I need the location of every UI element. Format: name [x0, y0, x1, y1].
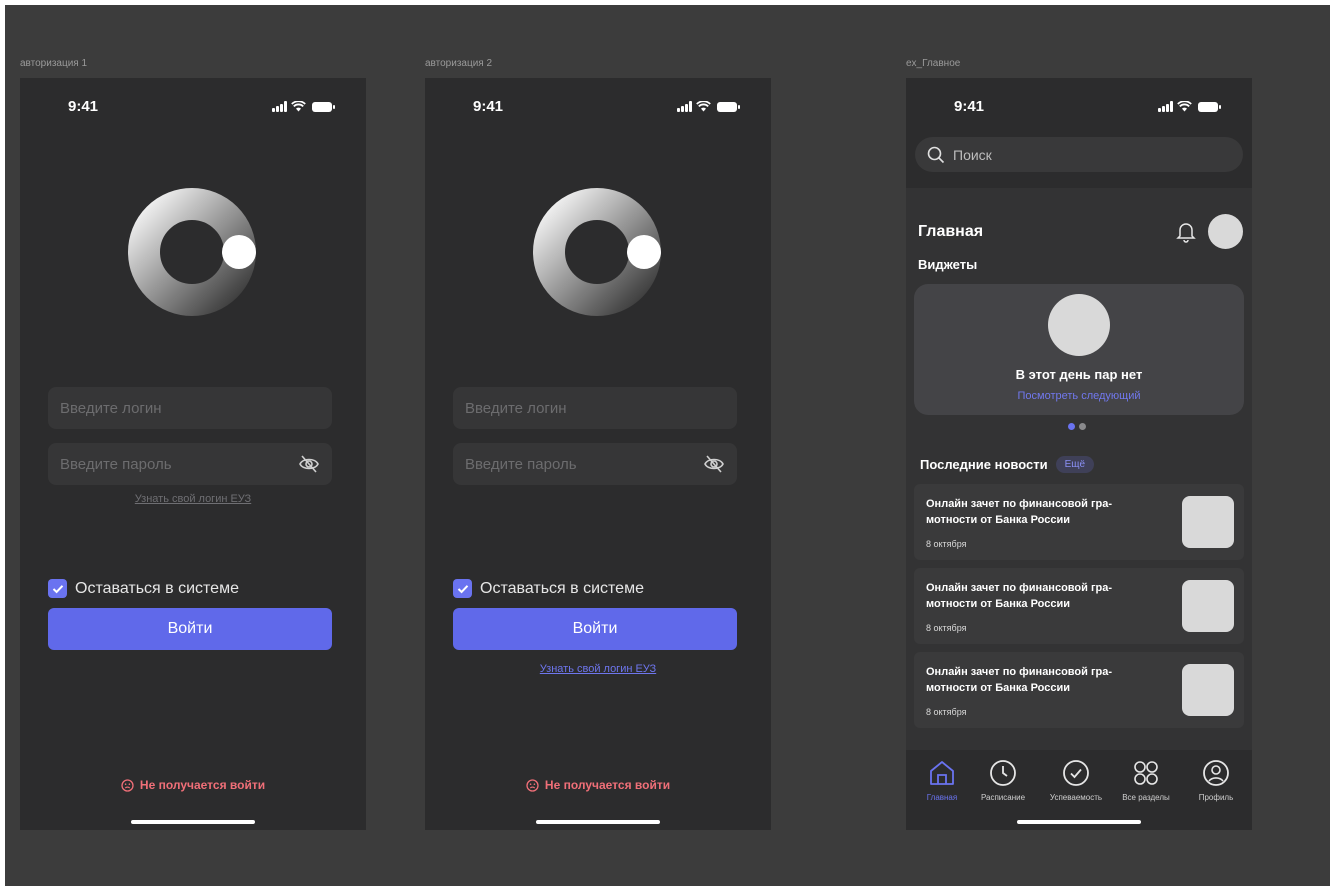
wifi-icon	[291, 101, 306, 112]
sad-face-icon	[121, 778, 134, 792]
tab-schedule[interactable]: Расписание	[967, 758, 1039, 802]
password-input[interactable]	[48, 443, 332, 485]
news-card-title: Онлайн зачет по финансовой гра-мотности …	[926, 666, 1113, 694]
signal-icon	[272, 101, 287, 112]
stay-logged-in[interactable]: Оставаться в системе	[453, 579, 644, 598]
battery-icon	[717, 101, 740, 112]
tab-profile-label: Профиль	[1198, 793, 1234, 802]
news-card[interactable]: Онлайн зачет по финансовой гра-мотности …	[914, 484, 1244, 560]
user-icon	[1203, 760, 1229, 786]
home-indicator	[1017, 820, 1141, 824]
find-login-link[interactable]: Узнать свой логин ЕУЗ	[20, 493, 366, 505]
tab-bar: Главная Расписание Успеваемость Все разд…	[906, 750, 1252, 830]
news-card-thumbnail	[1182, 496, 1234, 548]
stay-logged-in-checkbox[interactable]	[453, 579, 472, 598]
eye-off-icon[interactable]	[298, 453, 320, 475]
search-icon	[927, 146, 945, 163]
frame-label-main: ex_Главное	[906, 58, 961, 69]
app-logo-icon	[128, 188, 256, 316]
sad-face-icon	[526, 778, 539, 792]
frame-label-login-2: авторизация 2	[425, 58, 493, 69]
login-field[interactable]	[48, 387, 332, 429]
trouble-login-link[interactable]: Не получается войти	[425, 778, 771, 792]
app-logo-icon	[533, 188, 661, 316]
main-screen: 9:41 Главная Виджеты В этот день пар нет…	[906, 78, 1252, 830]
signal-icon	[1158, 101, 1173, 112]
wifi-icon	[696, 101, 711, 112]
eye-off-icon[interactable]	[703, 453, 725, 475]
wifi-icon	[1177, 101, 1192, 112]
frame-label-login-1: авторизация 1	[20, 58, 88, 69]
news-card[interactable]: Онлайн зачет по финансовой гра-мотности …	[914, 652, 1244, 728]
clock-icon	[990, 760, 1016, 786]
search-bar[interactable]	[915, 137, 1243, 172]
widgets-title: Виджеты	[918, 257, 978, 272]
stay-logged-in[interactable]: Оставаться в системе	[48, 579, 239, 598]
tab-all-sections[interactable]: Все разделы	[1110, 758, 1182, 802]
tab-grades[interactable]: Успеваемость	[1040, 758, 1112, 802]
login-screen-1: 9:41 Узнать свой логин ЕУЗ Оставаться в …	[20, 78, 366, 830]
pager-dot-active[interactable]	[1068, 423, 1075, 430]
tab-grades-label: Успеваемость	[1049, 793, 1103, 802]
next-day-link[interactable]: Посмотреть следующий	[914, 390, 1244, 402]
search-input[interactable]	[953, 146, 1213, 163]
status-bar: 9:41	[20, 98, 366, 118]
trouble-login-label: Не получается войти	[139, 778, 266, 792]
home-icon	[930, 761, 954, 785]
news-card-date: 8 октября	[926, 623, 967, 633]
status-time: 9:41	[473, 98, 504, 115]
trouble-login-link[interactable]: Не получается войти	[20, 778, 366, 792]
page-title: Главная	[918, 223, 984, 240]
check-icon	[52, 584, 63, 593]
check-icon	[457, 584, 468, 593]
password-field[interactable]	[48, 443, 332, 485]
battery-icon	[312, 101, 335, 112]
stay-logged-in-label: Оставаться в системе	[480, 579, 644, 597]
grid-icon	[1134, 761, 1158, 785]
password-field[interactable]	[453, 443, 737, 485]
status-bar: 9:41	[906, 98, 1252, 118]
widget-image	[1048, 294, 1110, 356]
stay-logged-in-checkbox[interactable]	[48, 579, 67, 598]
login-input[interactable]	[453, 387, 737, 429]
login-screen-2: 9:41 Оставаться в системе Войти Узнать с…	[425, 78, 771, 830]
signal-icon	[677, 101, 692, 112]
bell-icon[interactable]	[1176, 221, 1196, 243]
login-button[interactable]: Войти	[48, 608, 332, 650]
news-card-title: Онлайн зачет по финансовой гра-мотности …	[926, 582, 1113, 610]
news-card-thumbnail	[1182, 580, 1234, 632]
news-card[interactable]: Онлайн зачет по финансовой гра-мотности …	[914, 568, 1244, 644]
trouble-login-label: Не получается войти	[544, 778, 671, 792]
check-circle-icon	[1063, 760, 1089, 786]
tab-all-sections-label: Все разделы	[1122, 793, 1170, 802]
news-card-thumbnail	[1182, 664, 1234, 716]
home-indicator	[536, 820, 660, 824]
avatar[interactable]	[1208, 214, 1243, 249]
find-login-link[interactable]: Узнать свой логин ЕУЗ	[425, 663, 771, 675]
password-input[interactable]	[453, 443, 737, 485]
news-card-date: 8 октября	[926, 539, 967, 549]
login-input[interactable]	[48, 387, 332, 429]
battery-icon	[1198, 101, 1221, 112]
tab-profile[interactable]: Профиль	[1180, 758, 1252, 802]
news-card-title: Онлайн зачет по финансовой гра-мотности …	[926, 498, 1113, 526]
status-time: 9:41	[954, 98, 985, 115]
widget-title: В этот день пар нет	[1015, 367, 1143, 382]
home-indicator	[131, 820, 255, 824]
news-header: Последние новости Ещё	[920, 456, 1095, 473]
pager-dot[interactable]	[1079, 423, 1086, 430]
widget-pager[interactable]	[1068, 423, 1086, 430]
status-time: 9:41	[68, 98, 99, 115]
news-title: Последние новости	[920, 457, 1048, 472]
schedule-widget[interactable]: В этот день пар нет Посмотреть следующий	[914, 284, 1244, 415]
news-card-date: 8 октября	[926, 707, 967, 717]
login-field[interactable]	[453, 387, 737, 429]
stay-logged-in-label: Оставаться в системе	[75, 579, 239, 597]
status-bar: 9:41	[425, 98, 771, 118]
tab-schedule-label: Расписание	[980, 793, 1026, 802]
login-button[interactable]: Войти	[453, 608, 737, 650]
news-more-button[interactable]: Ещё	[1055, 456, 1095, 473]
